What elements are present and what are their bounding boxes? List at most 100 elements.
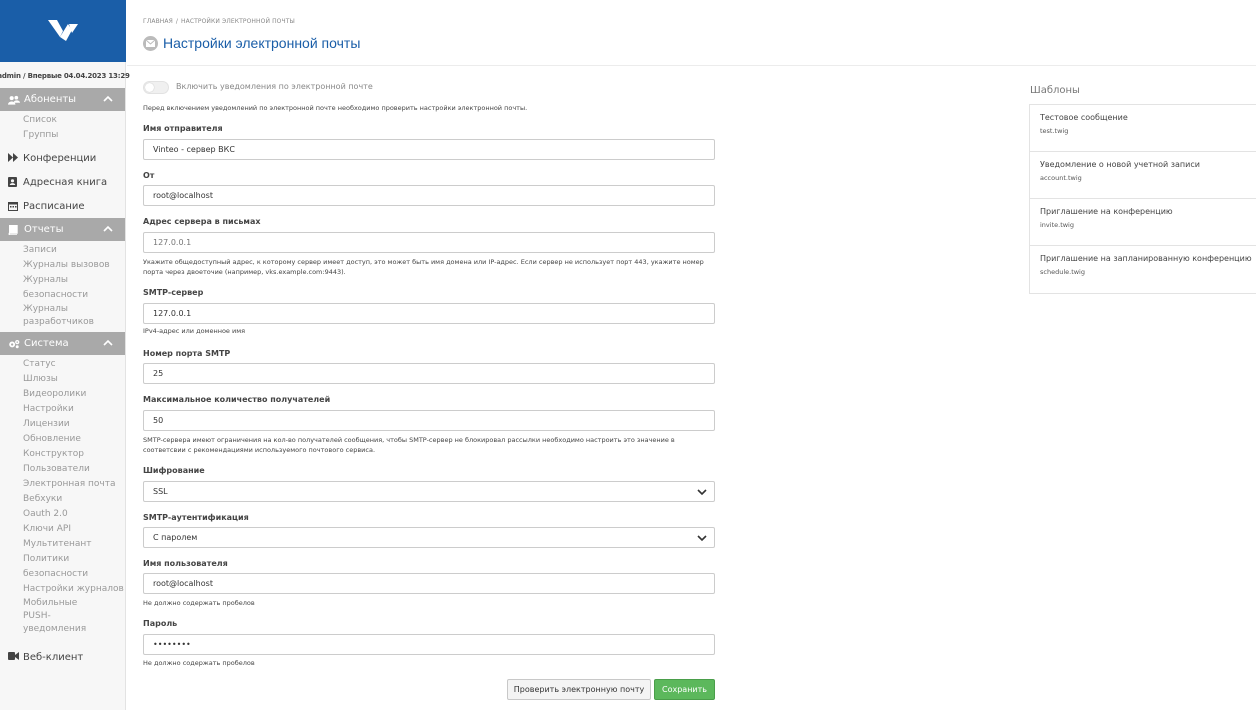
email-notifications-toggle[interactable] (143, 81, 169, 94)
encryption-select[interactable]: SSL (143, 481, 715, 502)
password-input[interactable]: •••••••• (143, 634, 715, 655)
sidebar-item-groups[interactable]: Группы (23, 128, 125, 143)
sidebar-item-email[interactable]: Электронная почта (23, 477, 125, 492)
sidebar-item-log-settings[interactable]: Настройки журналов (23, 582, 125, 597)
sidebar-section-system[interactable]: Система (0, 332, 125, 355)
sidebar-item-web-client[interactable]: Веб-клиент (0, 645, 125, 669)
sidebar-item-security-logs[interactable]: Журналы безопасности (23, 273, 125, 303)
address-book-icon (8, 177, 19, 187)
system-submenu: Статус Шлюзы Видеоролики Настройки Лицен… (0, 355, 125, 639)
smtp-server-input[interactable]: 127.0.0.1 (143, 303, 715, 324)
nav-label: Адресная книга (23, 176, 108, 188)
username-label: Имя пользователя (143, 559, 228, 568)
sidebar-item-recordings[interactable]: Записи (23, 243, 125, 258)
sidebar-item-status[interactable]: Статус (23, 357, 125, 372)
smtp-auth-select[interactable]: С паролем (143, 527, 715, 548)
server-address-input[interactable]: 127.0.0.1 (143, 232, 715, 253)
smtp-port-label: Номер порта SMTP (143, 349, 231, 358)
toggle-knob (145, 83, 154, 92)
sidebar-item-list[interactable]: Список (23, 113, 125, 128)
sidebar-item-multitenant[interactable]: Мультитенант (23, 537, 125, 552)
template-file: account.twig (1040, 174, 1082, 182)
max-recipients-help: SMTP-сервера имеют ограничения на кол-во… (143, 436, 675, 454)
templates-title: Шаблоны (1030, 85, 1080, 96)
template-name: Приглашение на запланированную конференц… (1040, 254, 1252, 263)
user-info[interactable]: admin / Впервые 04.04.2023 13:29 (0, 64, 130, 88)
sidebar-item-constructor[interactable]: Конструктор (23, 447, 125, 462)
section-title: Система (24, 338, 69, 349)
gears-icon (8, 339, 20, 349)
chevron-up-icon[interactable] (103, 224, 113, 234)
breadcrumb-current: НАСТРОЙКИ ЭЛЕКТРОННОЙ ПОЧТЫ (181, 18, 295, 25)
breadcrumb-home[interactable]: ГЛАВНАЯ (143, 18, 173, 25)
sidebar-item-mobile-push[interactable]: Мобильные PUSH-уведомления (23, 597, 107, 636)
sidebar-item-security-policies[interactable]: Политики безопасности (23, 552, 125, 582)
password-label: Пароль (143, 619, 178, 628)
sender-name-input[interactable]: Vinteo - сервер ВКС (143, 139, 715, 160)
chevron-down-icon (697, 535, 707, 542)
nav-label: Конференции (23, 152, 97, 164)
sidebar-section-reports[interactable]: Отчеты (0, 218, 125, 241)
nav-label: Веб-клиент (23, 651, 84, 663)
user-line-text: admin / Впервые 04.04.2023 13:29 (0, 72, 130, 80)
template-file: invite.twig (1040, 221, 1074, 229)
book-icon (8, 224, 20, 235)
sidebar-item-oauth[interactable]: Oauth 2.0 (23, 507, 125, 522)
fast-forward-icon (8, 153, 19, 163)
server-address-label: Адрес сервера в письмах (143, 217, 261, 226)
template-item[interactable]: Приглашение на конференцию invite.twig (1030, 199, 1256, 246)
calendar-icon (8, 201, 19, 211)
header-divider (127, 65, 1256, 66)
intro-note: Перед включением уведомлений по электрон… (143, 104, 528, 112)
chevron-up-icon[interactable] (103, 338, 113, 348)
password-help: Не должно содержать пробелов (143, 659, 255, 667)
template-file: test.twig (1040, 127, 1069, 135)
breadcrumb: ГЛАВНАЯ / НАСТРОЙКИ ЭЛЕКТРОННОЙ ПОЧТЫ (143, 18, 295, 25)
max-recipients-input[interactable]: 50 (143, 410, 715, 431)
sidebar: admin / Впервые 04.04.2023 13:29 Абонент… (0, 0, 130, 710)
template-item[interactable]: Уведомление о новой учетной записи accou… (1030, 152, 1256, 199)
smtp-auth-value: С паролем (153, 533, 198, 542)
sidebar-item-call-logs[interactable]: Журналы вызовов (23, 258, 125, 273)
vinteo-logo-icon (48, 20, 78, 41)
save-button[interactable]: Сохранить (654, 679, 715, 700)
username-help: Не должно содержать пробелов (143, 599, 255, 607)
from-label: От (143, 171, 155, 180)
logo[interactable] (0, 0, 126, 62)
page-title: Настройки электронной почты (163, 35, 361, 51)
sidebar-item-address-book[interactable]: Адресная книга (0, 170, 125, 194)
sender-name-label: Имя отправителя (143, 124, 223, 133)
toggle-label[interactable]: Включить уведомления по электронной почт… (176, 82, 373, 91)
page-header: Настройки электронной почты (143, 35, 360, 51)
section-title: Абоненты (24, 94, 77, 105)
sidebar-section-abonents[interactable]: Абоненты (0, 88, 125, 111)
template-name: Тестовое сообщение (1040, 113, 1128, 122)
sidebar-item-schedule[interactable]: Расписание (0, 194, 125, 218)
sidebar-item-conferences[interactable]: Конференции (0, 146, 125, 170)
from-input[interactable]: root@localhost (143, 185, 715, 206)
encryption-label: Шифрование (143, 466, 205, 475)
template-file: schedule.twig (1040, 268, 1085, 276)
sidebar-item-dev-logs[interactable]: Журналы разработчиков (23, 303, 103, 329)
templates-list: Тестовое сообщение test.twig Уведомление… (1029, 104, 1256, 294)
chevron-up-icon[interactable] (103, 94, 113, 104)
smtp-auth-label: SMTP-аутентификация (143, 513, 249, 522)
max-recipients-label: Максимальное количество получателей (143, 395, 331, 404)
sidebar-item-update[interactable]: Обновление (23, 432, 125, 447)
sidebar-item-users[interactable]: Пользователи (23, 462, 125, 477)
video-camera-icon (8, 652, 19, 662)
sidebar-item-api-keys[interactable]: Ключи API (23, 522, 125, 537)
server-address-help: Укажите общедоступный адрес, к которому … (143, 258, 704, 276)
template-name: Уведомление о новой учетной записи (1040, 160, 1200, 169)
sidebar-item-settings[interactable]: Настройки (23, 402, 125, 417)
sidebar-item-gateways[interactable]: Шлюзы (23, 372, 125, 387)
username-input[interactable]: root@localhost (143, 573, 715, 594)
sidebar-item-webhooks[interactable]: Вебхуки (23, 492, 125, 507)
sidebar-item-licenses[interactable]: Лицензии (23, 417, 125, 432)
template-item[interactable]: Тестовое сообщение test.twig (1030, 105, 1256, 152)
check-email-button[interactable]: Проверить электронную почту (507, 679, 651, 700)
envelope-icon (143, 35, 158, 51)
smtp-port-input[interactable]: 25 (143, 363, 715, 384)
sidebar-item-videos[interactable]: Видеоролики (23, 387, 125, 402)
template-item[interactable]: Приглашение на запланированную конференц… (1030, 246, 1256, 293)
